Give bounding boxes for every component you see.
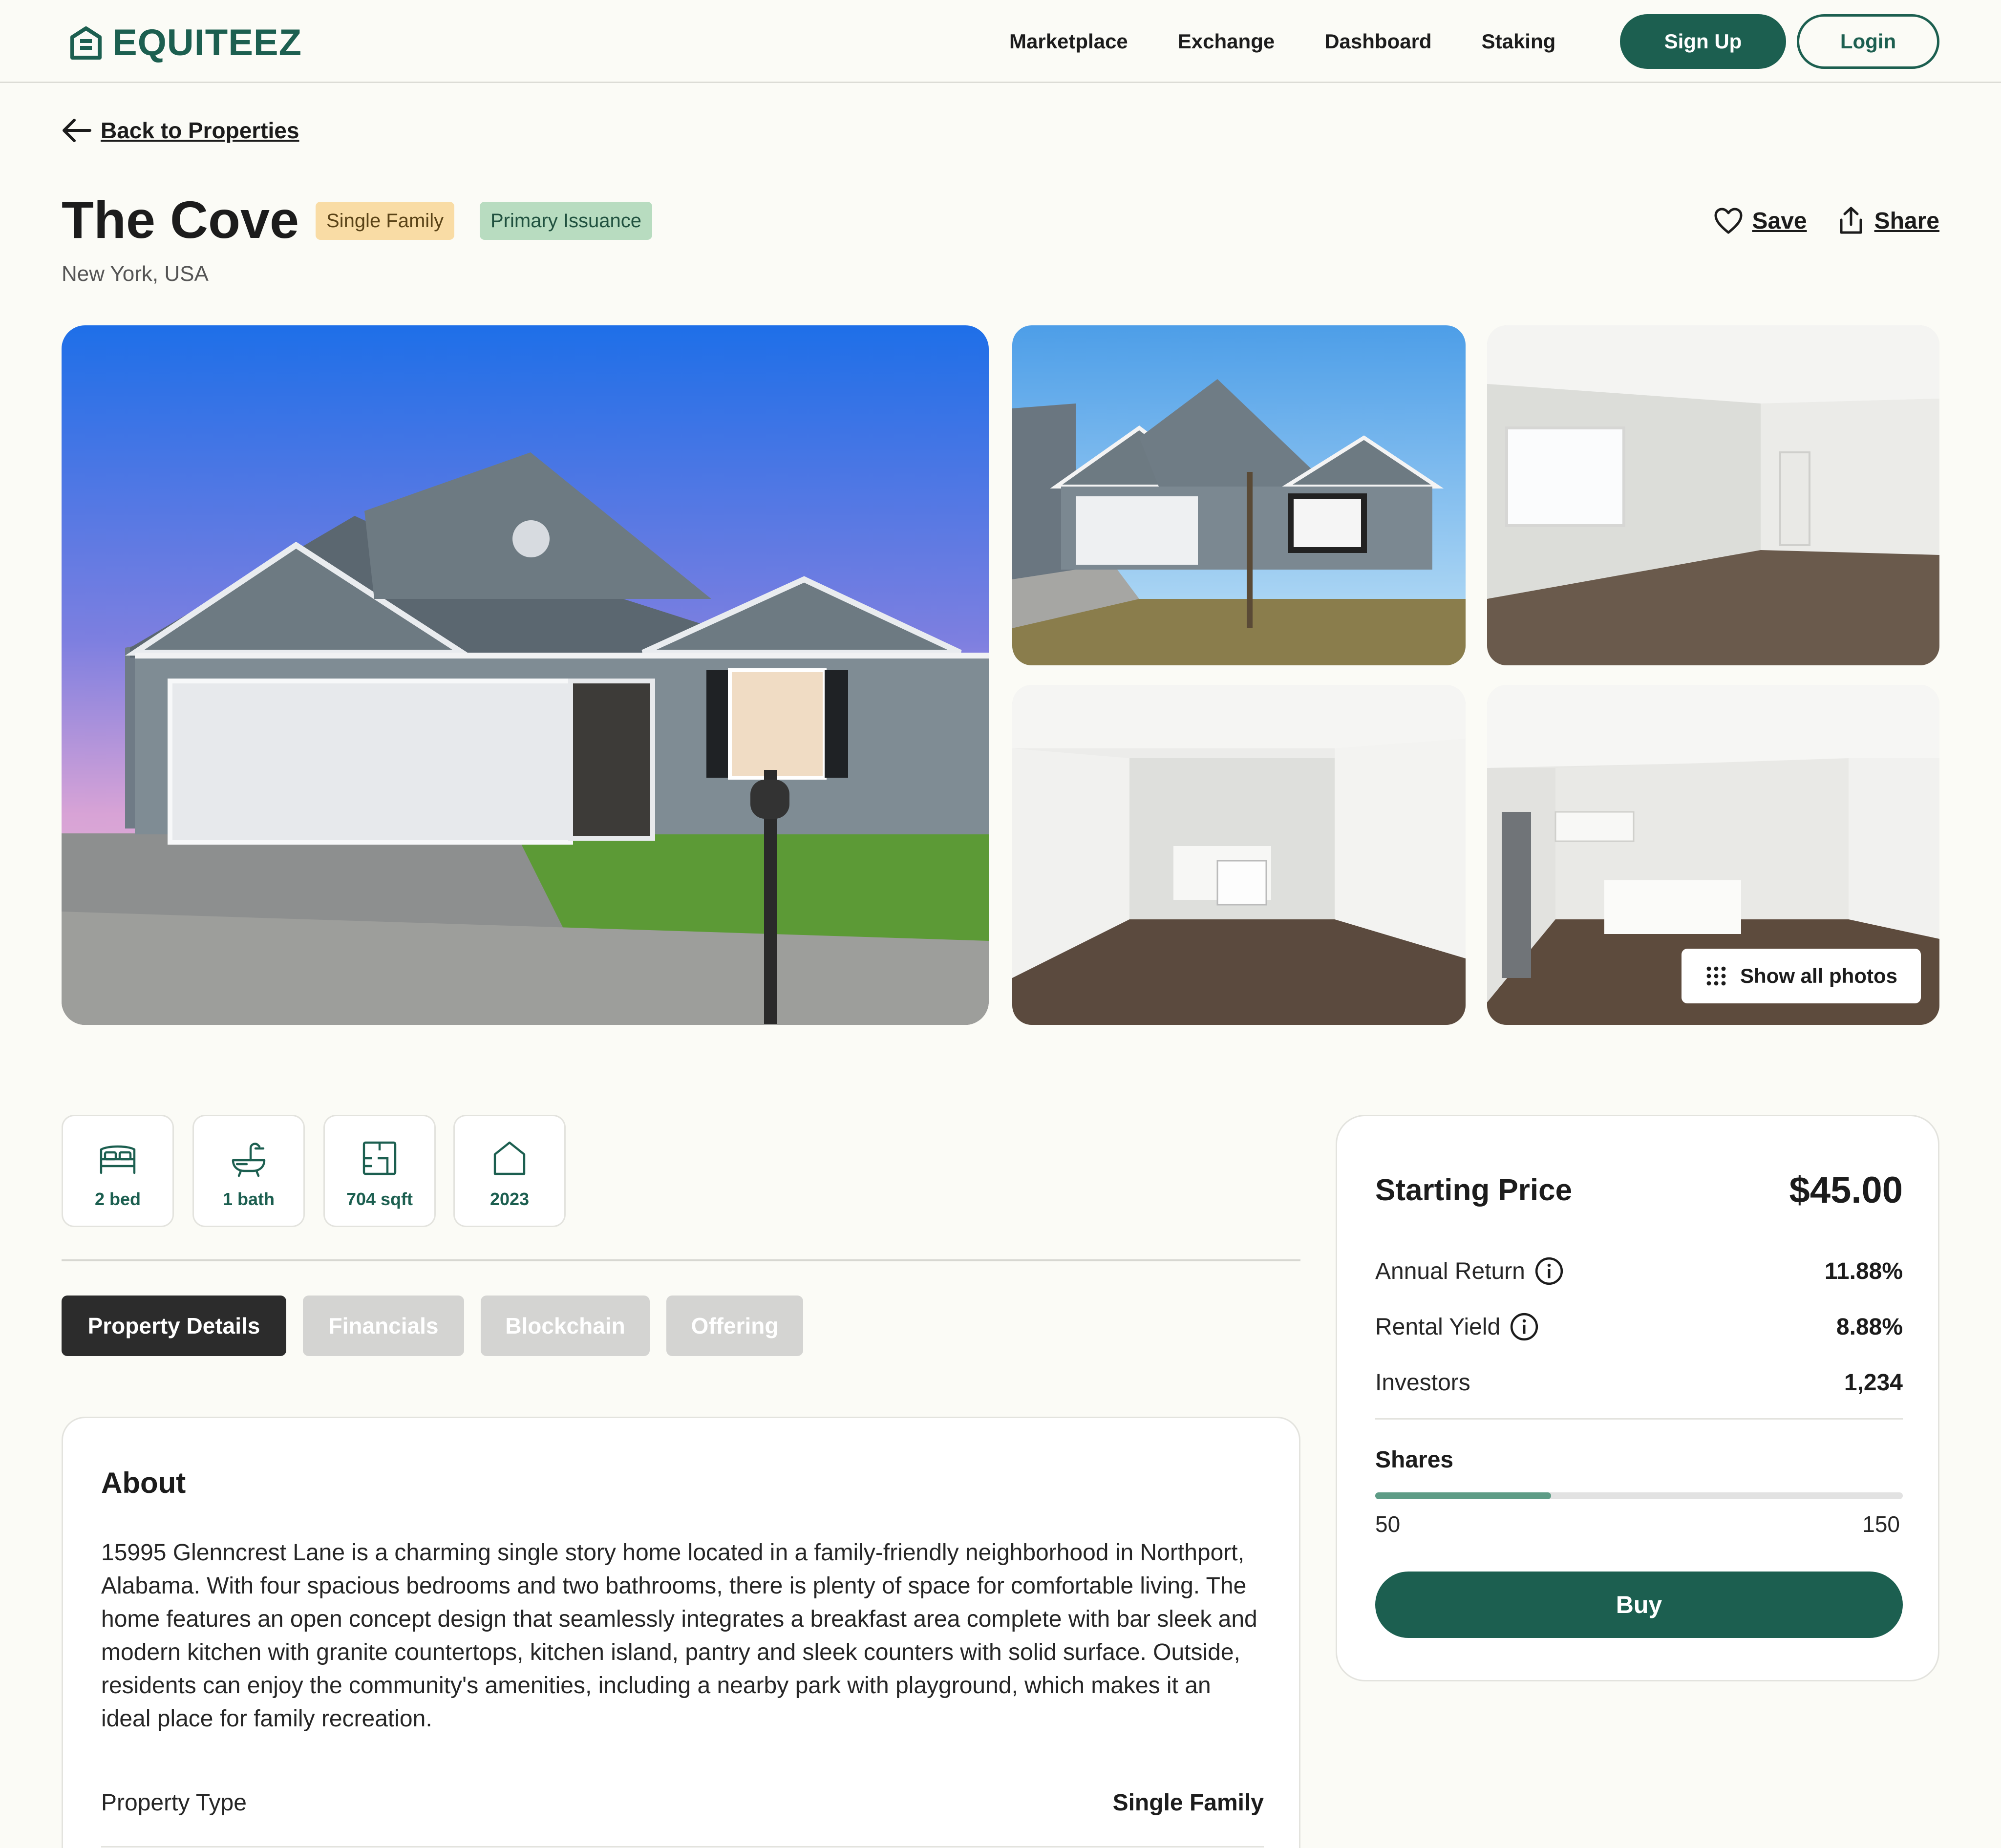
rental-yield-row: Rental Yield 8.88% (1375, 1312, 1903, 1342)
investment-card: Starting Price $45.00 Annual Return 11.8… (1336, 1115, 1939, 1681)
back-link-label: Back to Properties (101, 118, 299, 143)
annual-return-label: Annual Return (1375, 1258, 1525, 1284)
shares-slider[interactable] (1375, 1492, 1903, 1499)
brand-name: EQUITEEZ (112, 22, 302, 64)
feature-bed-label: 2 bed (94, 1189, 141, 1209)
share-button[interactable]: Share (1835, 205, 1939, 236)
starting-price-row: Starting Price $45.00 (1375, 1169, 1903, 1211)
share-label: Share (1874, 208, 1939, 234)
annual-return-value: 11.88% (1824, 1258, 1903, 1284)
gallery-photo-open-kitchen[interactable] (1012, 685, 1466, 1025)
about-heading: About (101, 1466, 186, 1499)
feature-area-label: 704 sqft (346, 1189, 413, 1209)
starting-price-label: Starting Price (1375, 1173, 1573, 1207)
property-location: New York, USA (62, 262, 209, 286)
tab-blockchain[interactable]: Blockchain (481, 1296, 650, 1356)
tab-offering[interactable]: Offering (666, 1296, 803, 1356)
info-icon[interactable] (1509, 1312, 1539, 1342)
starting-price-value: $45.00 (1789, 1169, 1903, 1211)
share-icon (1840, 207, 1862, 234)
house-icon (493, 1141, 526, 1175)
property-type-badge: Single Family (316, 202, 455, 240)
show-all-photos-button[interactable]: Show all photos (1682, 949, 1921, 1003)
nav-dashboard[interactable]: Dashboard (1324, 28, 1431, 55)
shares-label: Shares (1375, 1447, 1454, 1473)
feature-bathrooms: 1 bath (192, 1115, 305, 1227)
heart-icon (1714, 208, 1743, 234)
gallery-photo-living-room[interactable] (1487, 325, 1939, 665)
logo-house-icon (70, 26, 102, 60)
annual-return-row: Annual Return 11.88% (1375, 1256, 1903, 1286)
investors-label: Investors (1375, 1370, 1470, 1396)
nav-exchange[interactable]: Exchange (1178, 28, 1275, 55)
rental-yield-label: Rental Yield (1375, 1314, 1501, 1340)
brand-logo[interactable]: EQUITEEZ (69, 21, 302, 64)
grid-dots-icon (1706, 966, 1726, 986)
arrow-left-icon (63, 119, 91, 142)
main-photo-house-exterior[interactable] (62, 325, 989, 1025)
sign-up-button[interactable]: Sign Up (1620, 14, 1786, 69)
buy-button[interactable]: Buy (1375, 1572, 1903, 1638)
feature-year-label: 2023 (490, 1189, 530, 1209)
about-description: 15995 Glenncrest Lane is a charming sing… (101, 1540, 1257, 1732)
rental-yield-value: 8.88% (1836, 1314, 1903, 1340)
tab-financials[interactable]: Financials (303, 1296, 464, 1356)
card-divider (1375, 1418, 1903, 1420)
rental-yield-label-group: Rental Yield (1375, 1312, 1539, 1342)
nav-staking[interactable]: Staking (1482, 28, 1556, 55)
shares-min-value: 50 (1375, 1511, 1401, 1537)
bed-icon (100, 1145, 136, 1174)
property-type-value: Single Family (1112, 1790, 1264, 1816)
back-to-properties-link[interactable]: Back to Properties (62, 117, 299, 144)
tab-property-details[interactable]: Property Details (62, 1296, 286, 1356)
top-navbar: EQUITEEZ Marketplace Exchange Dashboard … (0, 0, 2001, 83)
bath-icon (232, 1143, 266, 1177)
property-title: The Cove (62, 190, 299, 249)
show-all-photos-label: Show all photos (1740, 964, 1897, 987)
row-divider (101, 1846, 1264, 1848)
shares-slider-fill (1375, 1492, 1551, 1499)
nav-marketplace[interactable]: Marketplace (1009, 28, 1128, 55)
about-card: About 15995 Glenncrest Lane is a charmin… (62, 1417, 1300, 1848)
save-label: Save (1752, 208, 1807, 234)
feature-bedrooms: 2 bed (62, 1115, 174, 1227)
floorplan-icon (362, 1141, 397, 1175)
investors-value: 1,234 (1844, 1370, 1903, 1396)
save-button[interactable]: Save (1713, 205, 1807, 236)
feature-bath-label: 1 bath (222, 1189, 275, 1209)
feature-area: 704 sqft (323, 1115, 436, 1227)
main-nav: Marketplace Exchange Dashboard Staking (1009, 28, 1605, 55)
gallery-photo-house-day[interactable] (1012, 325, 1466, 665)
property-type-row: Property Type Single Family (101, 1789, 1264, 1816)
property-actions: Save Share (1684, 205, 1939, 236)
property-type-label: Property Type (101, 1790, 247, 1816)
issuance-badge: Primary Issuance (480, 202, 652, 240)
section-divider (62, 1259, 1300, 1261)
feature-year-built: 2023 (453, 1115, 566, 1227)
info-icon[interactable] (1534, 1256, 1564, 1286)
shares-max-value: 150 (1862, 1511, 1900, 1537)
investors-row: Investors 1,234 (1375, 1369, 1903, 1396)
login-button[interactable]: Login (1797, 14, 1939, 69)
annual-return-label-group: Annual Return (1375, 1256, 1564, 1286)
